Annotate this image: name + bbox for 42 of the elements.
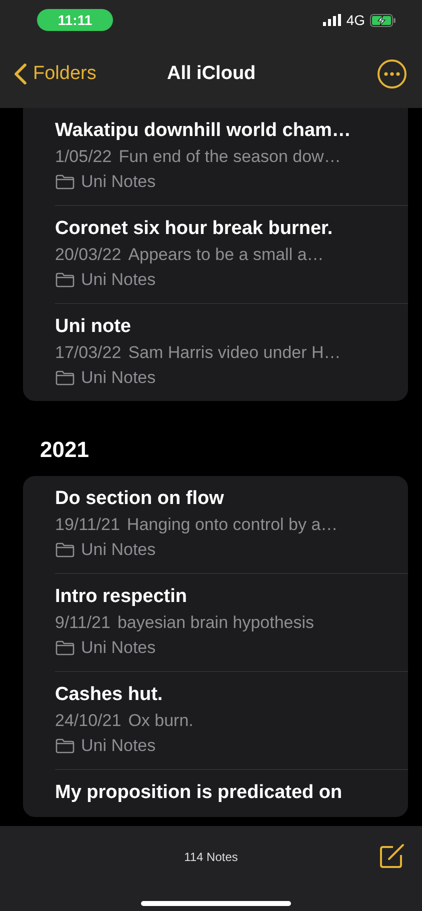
note-snippet: Hanging onto control by a… bbox=[126, 514, 338, 536]
note-date: 9/11/21 bbox=[55, 612, 110, 634]
status-time: 11:11 bbox=[37, 9, 113, 31]
note-snippet: Sam Harris video under H… bbox=[128, 342, 341, 364]
note-title[interactable]: Uni note bbox=[55, 314, 398, 340]
note-title[interactable]: Wakatipu downhill world cham… bbox=[55, 118, 398, 144]
back-button[interactable]: Folders bbox=[14, 63, 96, 85]
folder-icon bbox=[55, 272, 75, 288]
note-title[interactable]: My proposition is predicated on bbox=[55, 780, 398, 806]
note-title[interactable]: Do section on flow bbox=[55, 486, 398, 512]
folder-name: Uni Notes bbox=[81, 269, 156, 291]
folder-icon bbox=[55, 370, 75, 386]
section-header: 2021 bbox=[39, 436, 90, 464]
note-title[interactable]: Intro respectin bbox=[55, 584, 398, 610]
note-date: 20/03/22 bbox=[55, 244, 122, 266]
note-date: 1/05/22 bbox=[55, 146, 112, 168]
folder-icon bbox=[55, 542, 75, 558]
folder-name: Uni Notes bbox=[81, 735, 156, 757]
compose-icon[interactable] bbox=[379, 843, 405, 869]
note-title[interactable]: Cashes hut. bbox=[55, 682, 398, 708]
folder-icon bbox=[55, 738, 75, 754]
folder-name: Uni Notes bbox=[81, 539, 156, 561]
chevron-left-icon bbox=[14, 63, 27, 85]
note-snippet: Ox burn. bbox=[128, 710, 194, 732]
battery-charging-icon bbox=[370, 14, 396, 26]
folder-icon bbox=[55, 640, 75, 656]
signal-icon bbox=[323, 14, 342, 26]
folder-name: Uni Notes bbox=[81, 171, 156, 193]
note-snippet: Fun end of the season dow… bbox=[118, 146, 341, 168]
note-date: 24/10/21 bbox=[55, 710, 122, 732]
folder-name: Uni Notes bbox=[81, 637, 156, 659]
note-title[interactable]: Coronet six hour break burner. bbox=[55, 216, 398, 242]
network-label: 4G bbox=[346, 12, 365, 28]
more-options-icon[interactable] bbox=[377, 59, 407, 89]
note-snippet: Appears to be a small a… bbox=[128, 244, 324, 266]
folder-name: Uni Notes bbox=[81, 367, 156, 389]
note-date: 19/11/21 bbox=[55, 514, 120, 536]
nav-title: All iCloud bbox=[167, 63, 256, 85]
folder-icon bbox=[55, 174, 75, 190]
notes-count: 114 Notes bbox=[184, 850, 238, 864]
note-snippet: bayesian brain hypothesis bbox=[117, 612, 314, 634]
note-date: 17/03/22 bbox=[55, 342, 122, 364]
